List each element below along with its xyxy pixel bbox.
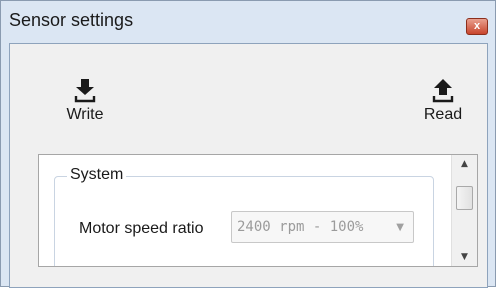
upload-icon — [432, 79, 454, 103]
vertical-scrollbar[interactable]: ▲ ▼ — [451, 155, 477, 266]
close-button[interactable]: x — [466, 18, 488, 35]
scroll-up-arrow-icon[interactable]: ▲ — [452, 155, 477, 173]
motor-speed-ratio-label: Motor speed ratio — [79, 220, 204, 237]
settings-panel: System Motor speed ratio 2400 rpm - 100%… — [38, 154, 478, 267]
settings-scroll-area[interactable]: System Motor speed ratio 2400 rpm - 100%… — [39, 155, 451, 266]
close-icon: x — [473, 20, 481, 32]
read-label: Read — [423, 106, 463, 123]
motor-speed-ratio-select[interactable]: 2400 rpm - 100% ▼ — [231, 211, 414, 243]
write-button[interactable]: Write — [55, 72, 115, 140]
title-bar[interactable]: Sensor settings x — [1, 1, 495, 43]
window-title: Sensor settings — [9, 10, 134, 30]
motor-speed-ratio-value: 2400 rpm - 100% — [237, 219, 364, 235]
download-icon — [74, 79, 96, 103]
chevron-down-icon: ▼ — [396, 222, 404, 233]
client-area: Write Read System Motor speed ratio 2400… — [9, 43, 488, 288]
scroll-thumb[interactable] — [456, 186, 473, 210]
system-group-title: System — [67, 166, 127, 184]
write-label: Write — [66, 106, 104, 123]
read-button[interactable]: Read — [413, 72, 473, 140]
scroll-down-arrow-icon[interactable]: ▼ — [452, 248, 477, 266]
sensor-settings-window: Sensor settings x Write Read System Moto… — [0, 0, 496, 288]
